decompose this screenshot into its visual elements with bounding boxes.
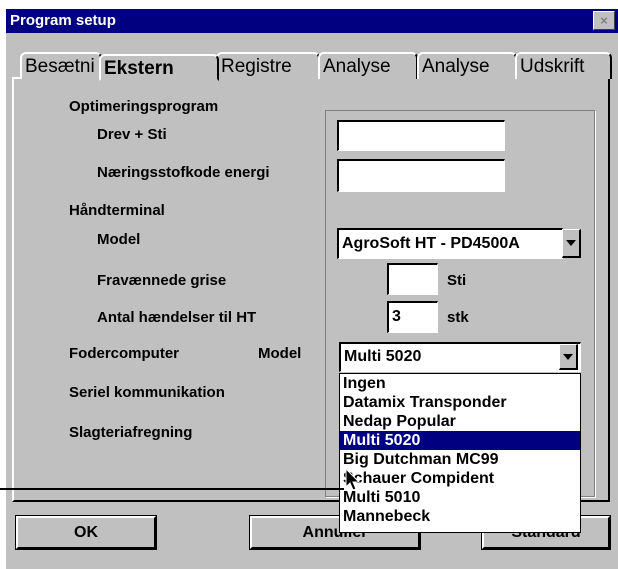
ok-button[interactable]: OK [15, 515, 157, 550]
fodercomputer-dropdown-list[interactable]: Ingen Datamix Transponder Nedap Popular … [339, 373, 581, 533]
tab-ekstern[interactable]: Ekstern [99, 54, 219, 81]
seriel-kommunikation-label: Seriel kommunikation [69, 384, 225, 401]
tab-label: Udskrift [520, 56, 585, 77]
naeringsstofkode-input[interactable] [337, 159, 505, 192]
antal-haendelser-label: Antal hændelser til HT [97, 309, 257, 326]
fodercomputer-model-label: Model [258, 345, 302, 362]
dropdown-option[interactable]: Schauer Compident [340, 469, 580, 488]
dropdown-option[interactable]: Ingen [340, 374, 580, 393]
chevron-down-icon [566, 240, 576, 246]
fodercomputer-select[interactable]: Multi 5020 [339, 342, 581, 372]
naeringsstofkode-label: Næringsstofkode energi [97, 164, 270, 181]
tab-besaetning[interactable]: Besætni [20, 52, 102, 79]
stk-unit-label: stk [447, 309, 469, 326]
dropdown-option[interactable]: Datamix Transponder [340, 393, 580, 412]
tab-label: Besætni [25, 56, 95, 77]
tab-analyse-1[interactable]: Analyse [318, 52, 418, 79]
drev-sti-input[interactable] [337, 120, 505, 151]
haandterminal-heading: Håndterminal [69, 202, 165, 219]
dropdown-option[interactable]: Big Dutchman MC99 [340, 450, 580, 469]
tab-label: Ekstern [104, 58, 174, 79]
tab-udskrift[interactable]: Udskrift [515, 52, 612, 79]
tab-label: Analyse [422, 56, 490, 77]
optimeringsprogram-heading: Optimeringsprogram [69, 98, 219, 115]
fravaennede-grise-label: Fravænnede grise [97, 272, 227, 289]
chevron-down-icon [563, 353, 573, 360]
close-icon: × [600, 13, 608, 28]
model-dropdown-button[interactable] [562, 229, 581, 258]
dropdown-option-selected[interactable]: Multi 5020 [340, 431, 580, 450]
tab-registre[interactable]: Registre [216, 52, 320, 79]
title-bar[interactable]: Program setup × [6, 9, 618, 33]
tab-label: Analyse [323, 56, 391, 77]
model-select-value: AgroSoft HT - PD4500A [342, 235, 520, 252]
antal-haendelser-input[interactable]: 3 [387, 301, 438, 333]
drev-sti-label: Drev + Sti [97, 126, 167, 143]
fravaennede-grise-input[interactable] [387, 263, 438, 295]
window-title: Program setup [10, 12, 116, 29]
tab-label: Registre [221, 56, 292, 77]
model-label: Model [97, 231, 141, 248]
dropdown-option[interactable]: Multi 5010 [340, 488, 580, 507]
fodercomputer-select-value: Multi 5020 [344, 348, 422, 365]
fodercomputer-label: Fodercomputer [69, 345, 180, 362]
tab-analyse-2[interactable]: Analyse [417, 52, 517, 79]
mouse-cursor-icon [345, 468, 361, 491]
close-button[interactable]: × [593, 11, 615, 30]
dropdown-option[interactable]: Mannebeck [340, 507, 580, 526]
annotation-line [0, 488, 344, 490]
model-select[interactable]: AgroSoft HT - PD4500A [337, 228, 563, 259]
fodercomputer-dropdown-button[interactable] [559, 344, 578, 370]
sti-unit-label: Sti [447, 272, 467, 289]
slagteriafregning-label: Slagteriafregning [69, 424, 193, 441]
dropdown-option[interactable]: Nedap Popular [340, 412, 580, 431]
